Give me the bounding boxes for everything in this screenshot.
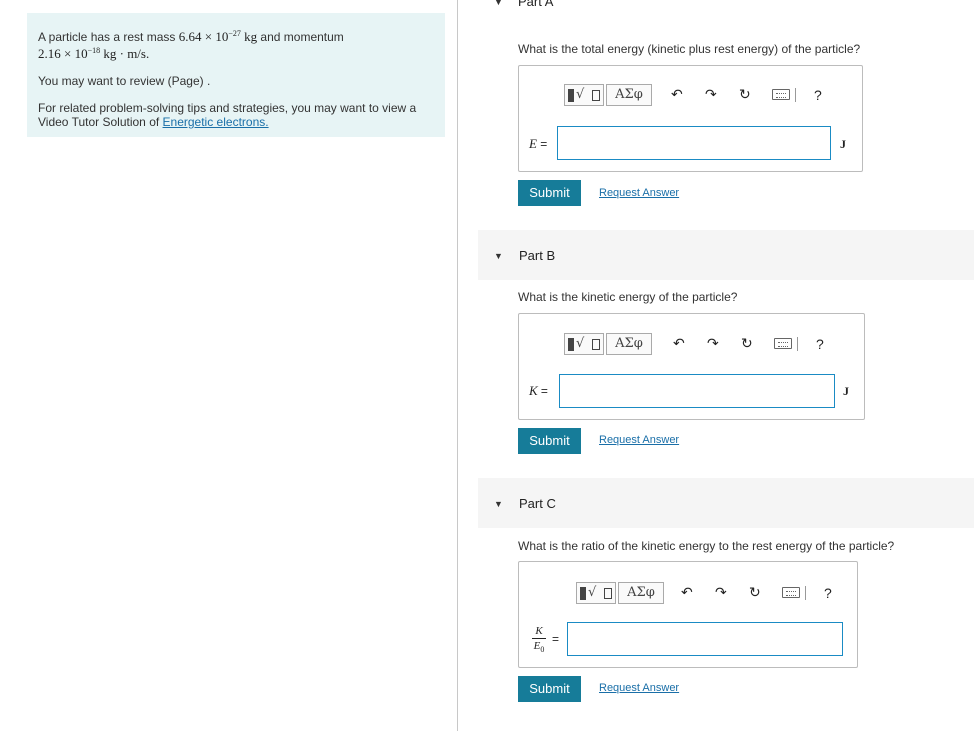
part-a-toolbar: √ ΑΣφ ↶ ↷ ↻ ? [564,84,854,106]
part-c-submit-button[interactable]: Submit [518,676,581,702]
toolbar-separator [795,88,796,102]
part-a-unit: J [840,137,846,151]
part-a-submit-button[interactable]: Submit [518,180,581,206]
review-text: You may want to review (Page) . [38,74,211,88]
part-b-answer-box: √ ΑΣφ ↶ ↷ ↻ ? K = J [518,313,865,420]
help-button[interactable]: ? [824,582,832,604]
part-b-toolbar: √ ΑΣφ ↶ ↷ ↻ ? [564,333,854,355]
tips-text: For related problem-solving tips and str… [38,101,417,129]
part-b-request-answer-link[interactable]: Request Answer [599,434,679,446]
part-c-answer-input[interactable] [567,622,843,656]
keyboard-icon[interactable] [782,587,800,598]
greek-symbols-button[interactable]: ΑΣφ [606,84,652,106]
problem-panel: A particle has a rest mass 6.64 × 10−27 … [27,13,445,137]
video-tutor-link[interactable]: Energetic electrons. [163,115,269,129]
rest-mass-value: 6.64 × 10−27 kg [178,29,258,44]
undo-icon[interactable]: ↶ [681,582,693,604]
reset-icon[interactable]: ↻ [741,333,753,355]
panel-divider [457,0,458,731]
keyboard-icon[interactable] [772,89,790,100]
collapse-triangle-icon[interactable]: ▼ [494,0,503,7]
part-b-header[interactable]: ▼ Part B [478,230,974,280]
keyboard-icon[interactable] [774,338,792,349]
part-c-title[interactable]: Part C [519,496,556,511]
reset-icon[interactable]: ↻ [749,582,761,604]
templates-button[interactable]: √ [576,582,616,604]
redo-icon[interactable]: ↷ [715,582,727,604]
collapse-triangle-icon[interactable]: ▼ [494,499,503,509]
part-a-answer-input[interactable] [557,126,831,160]
part-a-request-answer-link[interactable]: Request Answer [599,187,679,199]
part-a-title[interactable]: Part A [518,0,553,9]
part-b-submit-button[interactable]: Submit [518,428,581,454]
greek-symbols-button[interactable]: ΑΣφ [606,333,652,355]
collapse-triangle-icon[interactable]: ▼ [494,251,503,261]
part-a-variable-label: E = [529,136,548,151]
part-c-fraction-label: K E0 [532,625,546,655]
part-b-title[interactable]: Part B [519,248,555,263]
toolbar-separator [805,586,806,600]
undo-icon[interactable]: ↶ [673,333,685,355]
part-b-variable-label: K = [529,383,548,398]
problem-statement: A particle has a rest mass 6.64 × 10−27 … [38,29,344,61]
toolbar-separator [797,337,798,351]
part-c-header[interactable]: ▼ Part C [478,478,974,528]
part-c-toolbar: √ ΑΣφ ↶ ↷ ↻ ? [576,582,846,604]
redo-icon[interactable]: ↷ [707,333,719,355]
part-b-question: What is the kinetic energy of the partic… [518,290,738,304]
greek-symbols-button[interactable]: ΑΣφ [618,582,664,604]
part-b-unit: J [843,384,849,398]
reset-icon[interactable]: ↻ [739,84,751,106]
part-c-answer-box: √ ΑΣφ ↶ ↷ ↻ ? K E0 = [518,561,858,668]
redo-icon[interactable]: ↷ [705,84,717,106]
part-a-question: What is the total energy (kinetic plus r… [518,42,861,56]
templates-button[interactable]: √ [564,84,604,106]
part-a-answer-box: √ ΑΣφ ↶ ↷ ↻ ? E = J [518,65,863,172]
undo-icon[interactable]: ↶ [671,84,683,106]
part-c-request-answer-link[interactable]: Request Answer [599,682,679,694]
help-button[interactable]: ? [814,84,822,106]
part-c-question: What is the ratio of the kinetic energy … [518,539,895,553]
momentum-value: 2.16 × 10−18 kg · m/s. [38,46,150,61]
templates-button[interactable]: √ [564,333,604,355]
part-c-equals-sign: = [552,632,560,646]
help-button[interactable]: ? [816,333,824,355]
part-b-answer-input[interactable] [559,374,835,408]
